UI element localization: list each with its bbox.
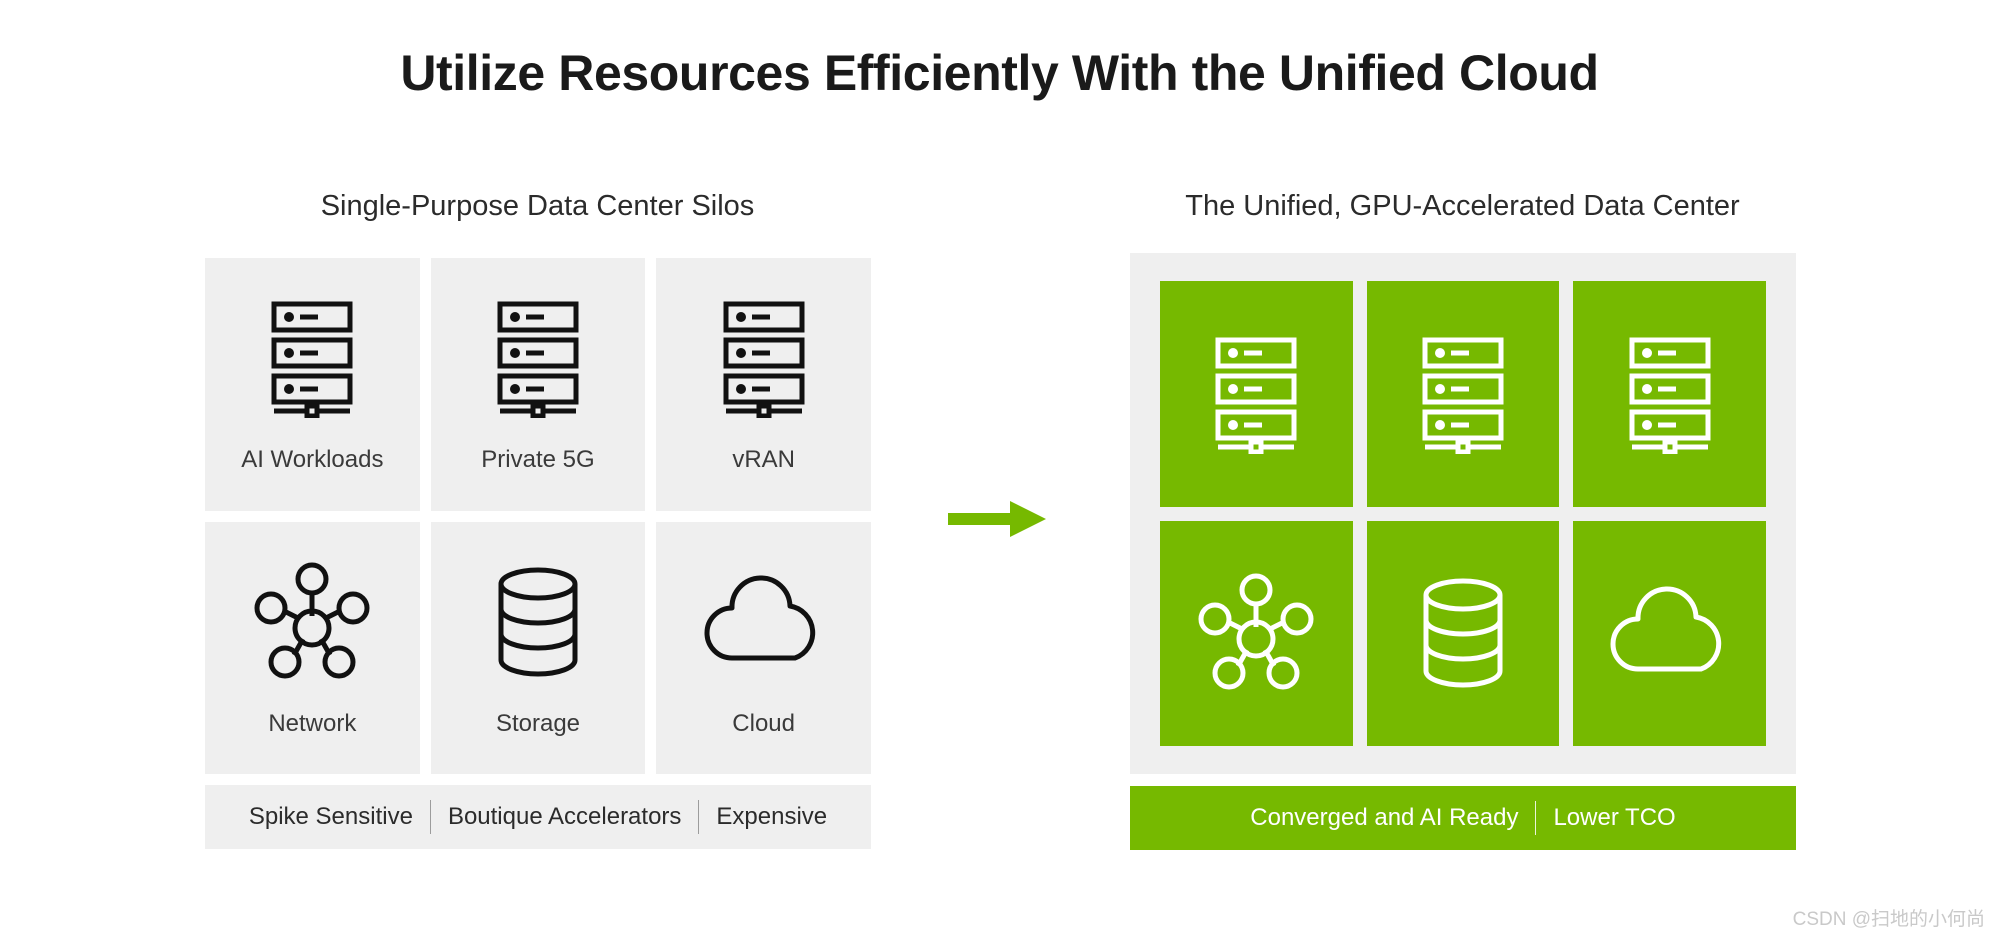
unified-benefit-chip: Converged and AI Ready <box>1250 804 1519 831</box>
server-rack-icon <box>1411 334 1515 454</box>
silo-tile-label: Network <box>268 709 357 737</box>
silo-tile-grid: AI Workloads Private 5G vRAN Network Sto… <box>205 258 871 774</box>
silo-tile-label: Private 5G <box>481 446 595 473</box>
unified-tile-network[interactable] <box>1160 520 1353 746</box>
cloud-icon <box>1602 573 1738 693</box>
silos-attribute-chip: Spike Sensitive <box>248 803 413 830</box>
unified-tile-server-3[interactable] <box>1573 281 1766 507</box>
page-title: Utilize Resources Efficiently With the U… <box>400 45 1599 101</box>
silos-attributes-bar: Spike Sensitive Boutique Accelerators Ex… <box>205 785 871 849</box>
server-rack-icon <box>712 288 816 428</box>
silo-tile-storage[interactable]: Storage <box>430 521 646 774</box>
unified-benefit-chip: Lower TCO <box>1553 804 1676 831</box>
silo-tile-private-5g[interactable]: Private 5G <box>430 258 646 511</box>
divider <box>1535 801 1537 835</box>
single-purpose-silos-panel: AI Workloads Private 5G vRAN Network Sto… <box>205 258 871 774</box>
unified-tile-server-2[interactable] <box>1366 281 1560 507</box>
silo-tile-label: Storage <box>495 709 581 737</box>
silos-attribute-chip: Expensive <box>716 803 828 830</box>
silo-tile-label: AI Workloads <box>241 446 384 473</box>
network-hub-icon <box>250 552 374 692</box>
server-rack-icon <box>260 288 364 428</box>
unified-tile-cloud[interactable] <box>1573 520 1766 746</box>
silo-tile-label: Cloud <box>732 709 796 737</box>
unified-tile-server-1[interactable] <box>1160 281 1353 507</box>
database-cylinder-icon <box>483 552 593 692</box>
unified-data-center-panel <box>1130 253 1796 774</box>
database-cylinder-icon <box>1408 573 1518 693</box>
silo-tile-ai-workloads[interactable]: AI Workloads <box>205 258 420 511</box>
right-panel-heading: The Unified, GPU-Accelerated Data Center <box>1185 190 1740 222</box>
server-rack-icon <box>1618 334 1722 454</box>
left-panel-heading: Single-Purpose Data Center Silos <box>320 190 755 222</box>
unified-tile-storage[interactable] <box>1366 520 1560 746</box>
silo-tile-vran[interactable]: vRAN <box>656 258 871 511</box>
unified-benefits-bar: Converged and AI Ready Lower TCO <box>1130 786 1796 850</box>
silo-tile-network[interactable]: Network <box>205 521 420 774</box>
network-hub-icon <box>1194 573 1318 693</box>
watermark: CSDN @扫地的小何尚 <box>1792 909 1985 930</box>
cloud-icon <box>696 552 832 692</box>
unified-tile-grid <box>1160 281 1766 746</box>
silo-tile-cloud[interactable]: Cloud <box>656 521 871 774</box>
silo-tile-label: vRAN <box>732 446 795 473</box>
arrow-right-icon <box>948 498 1048 540</box>
server-rack-icon <box>486 288 590 428</box>
silos-attribute-chip: Boutique Accelerators <box>447 803 682 830</box>
server-rack-icon <box>1204 334 1308 454</box>
